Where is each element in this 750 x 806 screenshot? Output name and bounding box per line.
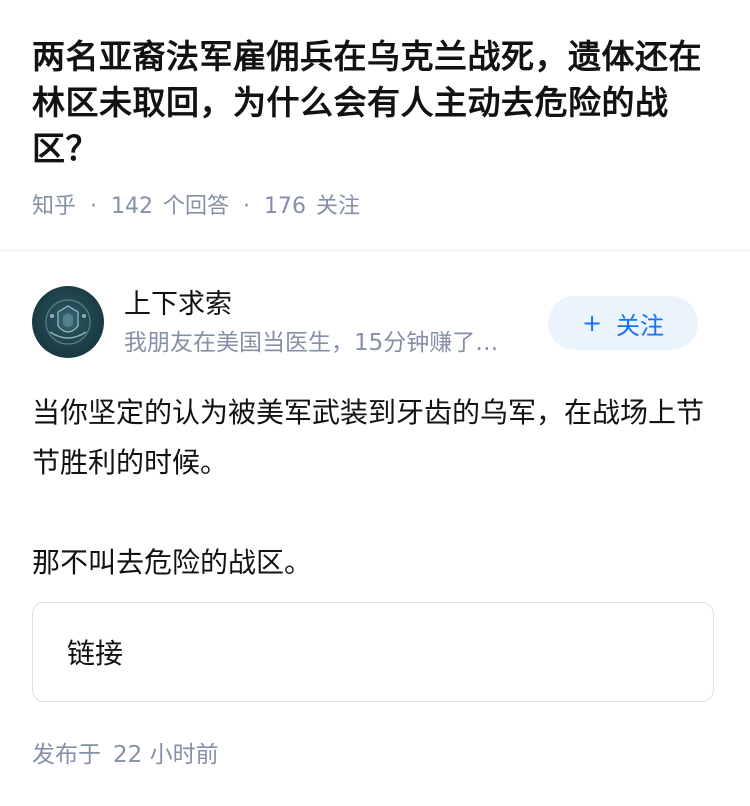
answer-paragraph: 那不叫去危险的战区。 [32, 546, 313, 579]
author-name[interactable]: 上下求索 [124, 288, 232, 322]
plus-icon: + [581, 309, 603, 337]
question-header: 两名亚裔法军雇佣兵在乌克兰战死，遗体还在林区未取回，为什么会有人主动去危险的战区… [0, 0, 750, 222]
publish-time-value: 22 小时前 [113, 742, 219, 768]
follow-button[interactable]: + 关注 [548, 296, 698, 350]
author-bio: 我朋友在美国当医生，15分钟赚了… [124, 330, 499, 356]
link-card-label: 链接 [67, 637, 124, 670]
meta-separator: · [90, 194, 98, 219]
author-info: 上下求索 我朋友在美国当医生，15分钟赚了… + 关注 [32, 286, 718, 360]
answer-content: 当你坚定的认为被美军武装到牙齿的乌军，在战场上节节胜利的时候。 那不叫去危险的战… [32, 388, 722, 588]
avatar-emblem-icon [45, 299, 91, 345]
answer-paragraph: 当你坚定的认为被美军武装到牙齿的乌军，在战场上节节胜利的时候。 [32, 396, 705, 479]
question-meta: 知乎 · 142 个回答 · 176 关注 [32, 192, 718, 222]
answer-page: 两名亚裔法军雇佣兵在乌克兰战死，遗体还在林区未取回，为什么会有人主动去危险的战区… [0, 0, 750, 806]
publish-time-label: 发布于 [32, 742, 101, 768]
publish-time: 发布于 22 小时前 [32, 740, 219, 770]
source-label[interactable]: 知乎 [32, 192, 76, 222]
follower-count-label: 关注 [316, 194, 361, 219]
section-divider [0, 250, 750, 251]
link-card[interactable]: 链接 [32, 602, 714, 702]
question-title[interactable]: 两名亚裔法军雇佣兵在乌克兰战死，遗体还在林区未取回，为什么会有人主动去危险的战区… [32, 34, 718, 172]
answer-count: 142 [111, 194, 154, 219]
follower-count: 176 [264, 194, 307, 219]
meta-separator: · [243, 194, 251, 219]
follow-button-label: 关注 [616, 311, 665, 340]
answer-count-label: 个回答 [163, 194, 230, 219]
avatar[interactable] [32, 286, 104, 358]
